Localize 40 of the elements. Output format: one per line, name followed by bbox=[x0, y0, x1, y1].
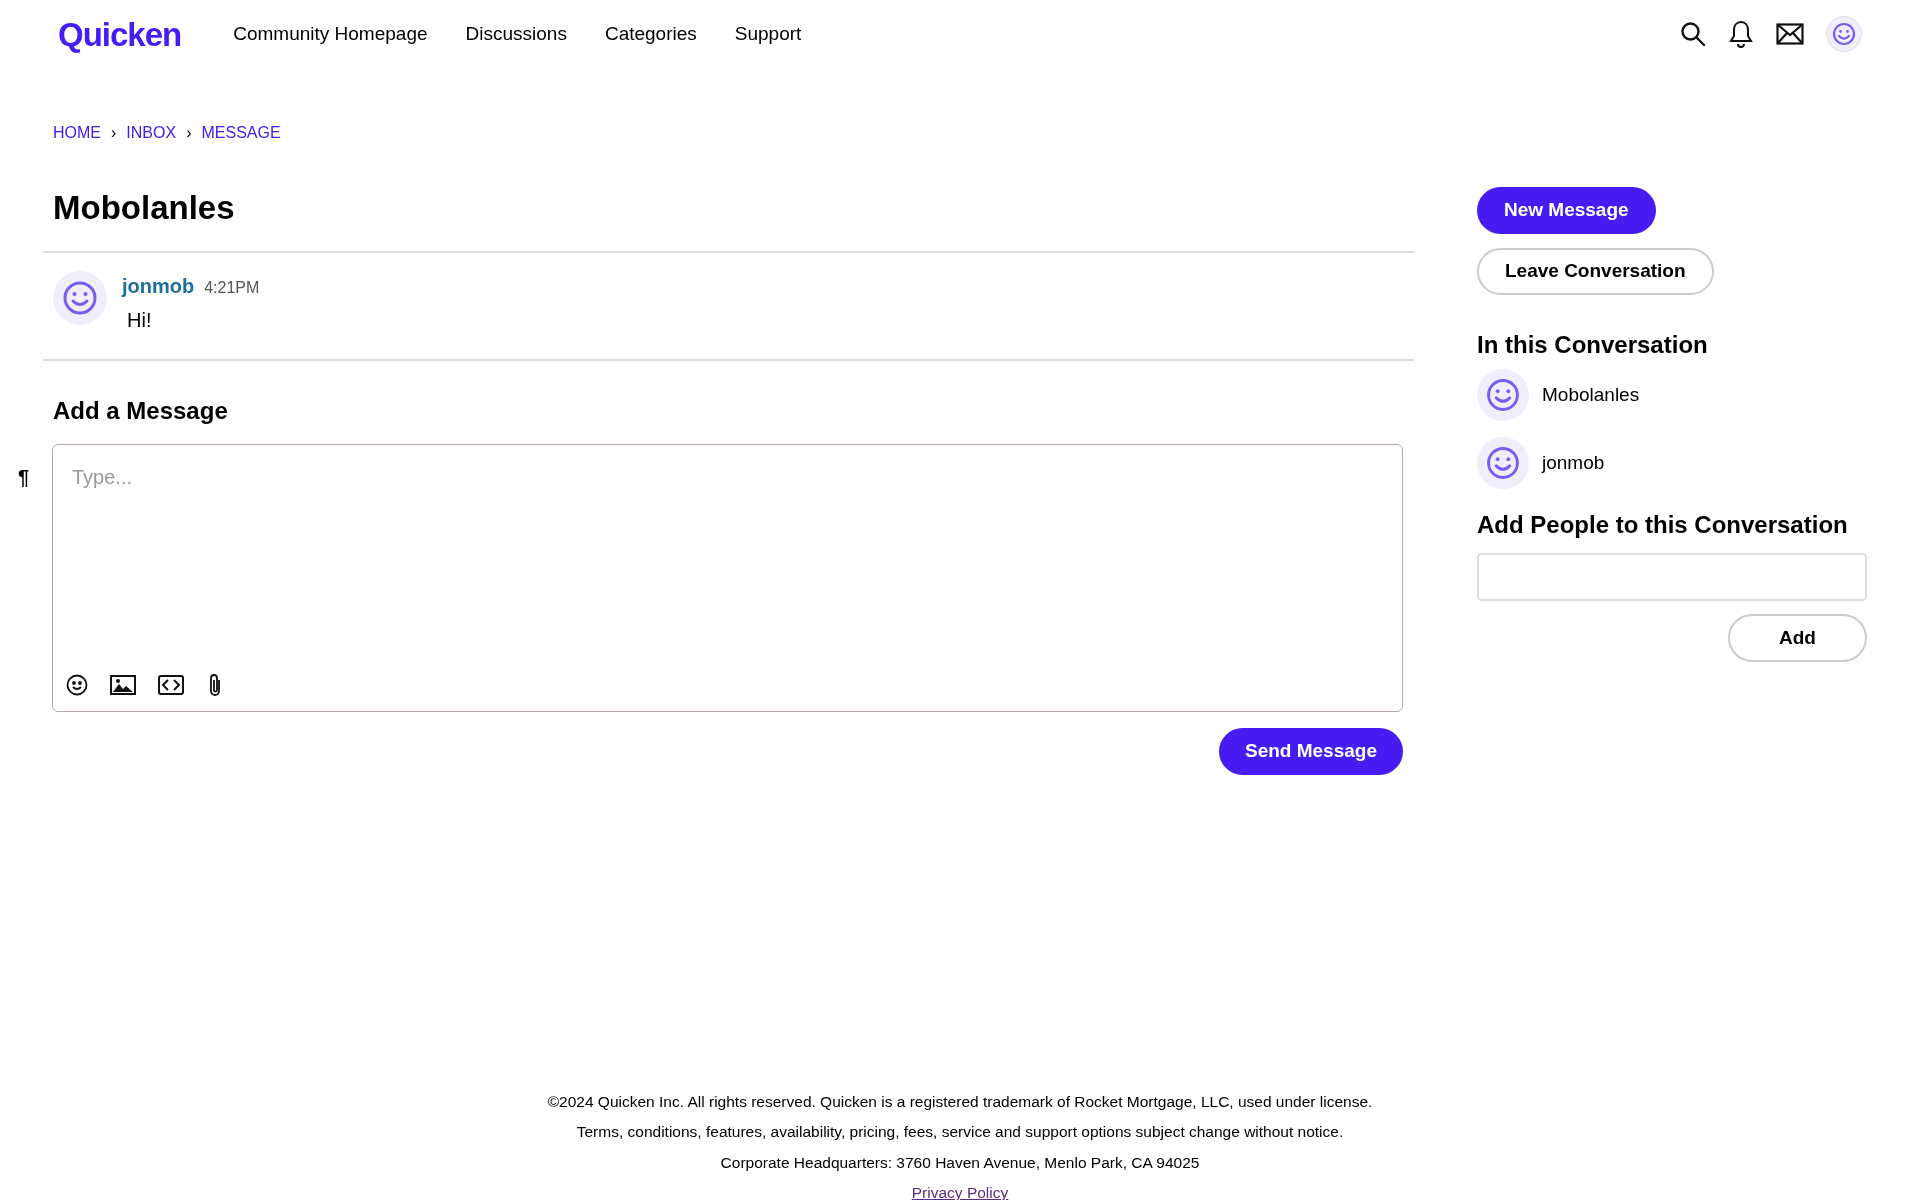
search-icon[interactable] bbox=[1680, 21, 1706, 47]
code-icon[interactable] bbox=[158, 675, 184, 695]
participant-link[interactable]: Mobolanles bbox=[1542, 380, 1640, 410]
avatar-icon bbox=[53, 271, 107, 325]
leave-conversation-button[interactable]: Leave Conversation bbox=[1477, 248, 1714, 295]
breadcrumb-link[interactable]: MESSAGE bbox=[201, 121, 281, 145]
add-people-field[interactable] bbox=[1477, 553, 1867, 601]
quicken-logo[interactable]: Quicken bbox=[58, 17, 182, 51]
breadcrumb-link[interactable]: HOME bbox=[53, 121, 101, 145]
message-text: Hi! bbox=[127, 308, 153, 333]
nav-link[interactable]: Community Homepage bbox=[233, 19, 428, 49]
section-heading: Add a Message bbox=[52, 399, 229, 423]
new-message-button[interactable]: New Message bbox=[1477, 187, 1656, 234]
nav-link[interactable]: Discussions bbox=[465, 19, 567, 49]
send-message-button[interactable]: Send Message bbox=[1219, 728, 1403, 775]
footer-text: Corporate Headquarters: 3760 Haven Avenue, Menlo Park, CA 94025 bbox=[720, 1152, 1200, 1173]
conversation-title: Mobolanles bbox=[52, 191, 236, 224]
section-heading: In this Conversation bbox=[1477, 333, 1709, 357]
paragraph-format-marker[interactable]: ¶ bbox=[18, 462, 30, 492]
avatar-icon[interactable] bbox=[1826, 16, 1862, 52]
breadcrumb-link[interactable]: INBOX bbox=[126, 121, 177, 145]
message-editor[interactable]: Type... bbox=[52, 444, 1403, 712]
bell-icon[interactable] bbox=[1728, 20, 1754, 48]
nav-link[interactable]: Categories bbox=[604, 19, 697, 49]
section-heading: Add People to this Conversation bbox=[1477, 513, 1849, 537]
mail-icon[interactable] bbox=[1776, 23, 1804, 45]
author-link[interactable]: jonmob bbox=[122, 271, 195, 301]
message-time: 4:21PM bbox=[204, 278, 260, 298]
emoji-icon[interactable] bbox=[66, 674, 88, 696]
message-input[interactable]: Type... bbox=[53, 445, 1402, 672]
avatar-icon bbox=[1477, 369, 1529, 421]
breadcrumb-separator: › bbox=[111, 123, 117, 143]
image-icon[interactable] bbox=[110, 675, 136, 695]
add-button[interactable]: Add bbox=[1728, 614, 1867, 662]
breadcrumb-separator: › bbox=[186, 123, 192, 143]
nav-link[interactable]: Support bbox=[734, 19, 802, 49]
avatar-icon bbox=[1477, 437, 1529, 489]
footer-text: ©2024 Quicken Inc. All rights reserved. Quicken is a registered trademark of Rocket Mortgage, LLC, used under license. bbox=[547, 1092, 1373, 1112]
participant-link[interactable]: jonmob bbox=[1542, 448, 1605, 478]
footer-text: Terms, conditions, features, availability, pricing, fees, service and support options subject change without notice. bbox=[576, 1122, 1344, 1143]
